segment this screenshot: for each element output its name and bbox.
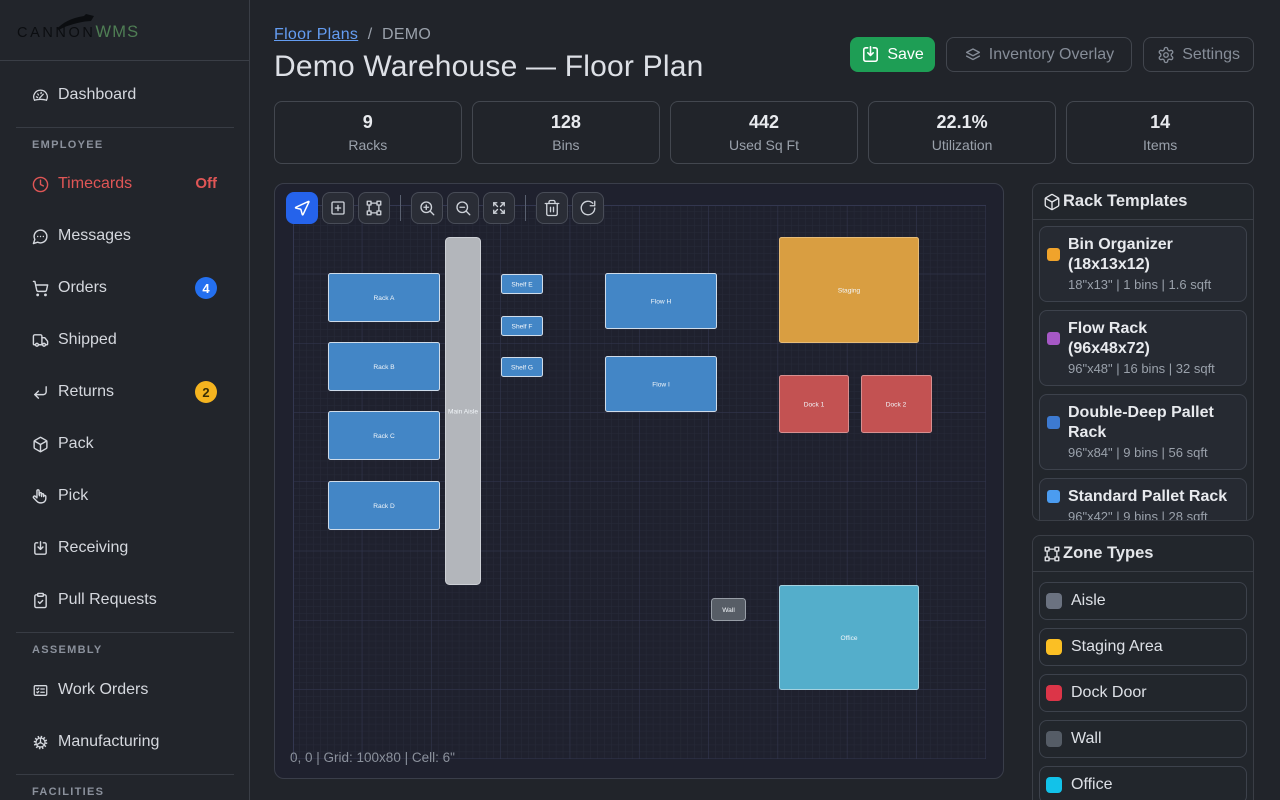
svg-text:Rack D: Rack D xyxy=(373,503,395,510)
svg-text:Rack C: Rack C xyxy=(373,433,395,440)
svg-text:Shelf E: Shelf E xyxy=(511,282,533,289)
svg-text:Staging: Staging xyxy=(838,288,861,295)
svg-text:Shelf F: Shelf F xyxy=(512,324,533,331)
svg-text:Flow I: Flow I xyxy=(652,382,670,389)
svg-text:Shelf G: Shelf G xyxy=(511,365,533,372)
svg-text:Dock 2: Dock 2 xyxy=(886,402,907,409)
svg-text:Flow H: Flow H xyxy=(651,299,672,306)
svg-text:Office: Office xyxy=(840,635,857,642)
svg-text:Rack B: Rack B xyxy=(373,364,395,371)
svg-text:Main Aisle: Main Aisle xyxy=(448,409,478,416)
svg-text:Rack A: Rack A xyxy=(374,295,395,302)
svg-text:Dock 1: Dock 1 xyxy=(804,402,825,409)
svg-text:Wall: Wall xyxy=(722,607,735,614)
